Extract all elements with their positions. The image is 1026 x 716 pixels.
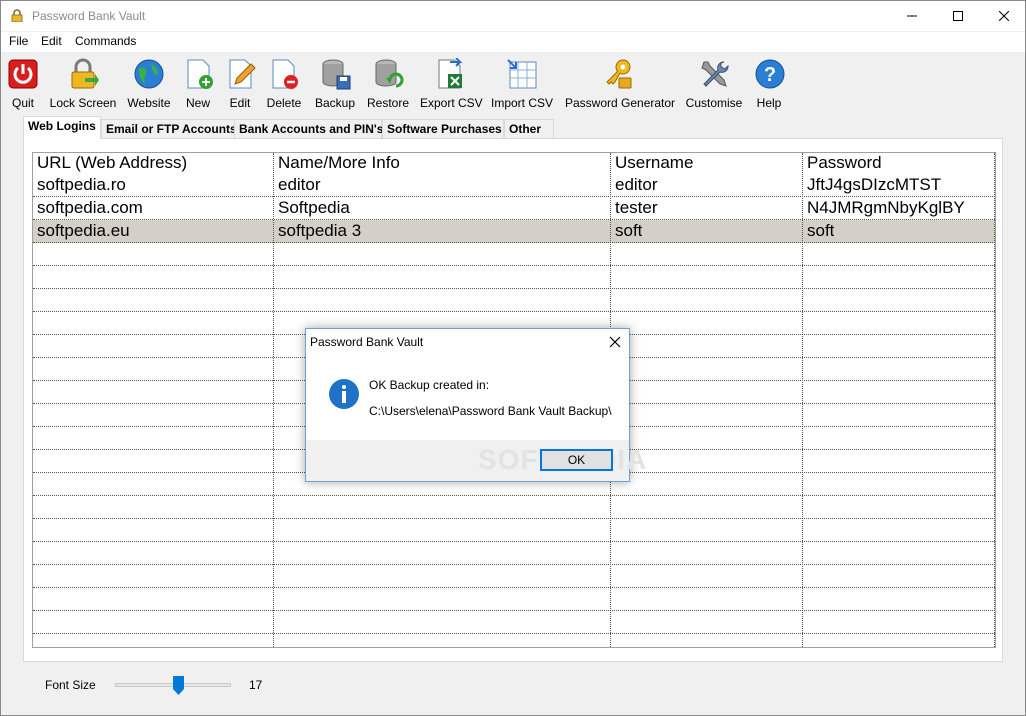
customise-button[interactable]: Customise — [685, 58, 743, 110]
password-generator-button[interactable]: Password Generator — [565, 58, 675, 110]
username-cell: editor — [615, 175, 658, 194]
table-row[interactable]: softpedia.ro editor editor JftJ4gsDIzcMT… — [33, 174, 995, 197]
tools-icon — [701, 61, 729, 87]
empty-table-row[interactable] — [33, 519, 995, 542]
empty-table-row[interactable] — [33, 588, 995, 611]
dialog-message: OK Backup created in: — [369, 378, 490, 392]
dialog-close-icon[interactable] — [606, 334, 624, 350]
padlock-icon — [71, 58, 99, 89]
empty-table-row[interactable] — [33, 289, 995, 312]
empty-table-row[interactable] — [33, 611, 995, 634]
menu-file[interactable]: File — [9, 34, 28, 48]
empty-table-row[interactable] — [33, 496, 995, 519]
font-size-label: Font Size — [45, 678, 96, 692]
empty-table-row[interactable] — [33, 243, 995, 266]
menu-bar: File Edit Commands — [1, 32, 1025, 52]
lock-screen-button[interactable]: Lock Screen — [49, 58, 117, 110]
column-header-username[interactable]: Username — [611, 153, 693, 173]
lock-app-icon — [11, 9, 23, 22]
main-window: Password Bank Vault File Edit Commands Q… — [0, 0, 1026, 716]
toolbar: Quit Lock Screen Website New Edit Delete… — [1, 54, 1025, 110]
url-cell: softpedia.ro — [37, 175, 126, 194]
slider-thumb[interactable] — [173, 676, 184, 695]
new-document-icon — [187, 59, 213, 89]
quit-button[interactable]: Quit — [7, 58, 39, 110]
export-spreadsheet-icon — [438, 58, 463, 89]
restore-button[interactable]: Restore — [367, 58, 409, 110]
column-header-password[interactable]: Password — [803, 153, 882, 173]
export-csv-button[interactable]: Export CSV — [420, 58, 483, 110]
delete-document-icon — [272, 59, 298, 89]
empty-table-row[interactable] — [33, 266, 995, 289]
table-row[interactable]: softpedia.com Softpedia tester N4JMRgmNb… — [33, 197, 995, 220]
column-divider — [994, 153, 995, 647]
ok-button[interactable]: OK — [540, 449, 613, 471]
column-header-name[interactable]: Name/More Info — [274, 153, 400, 173]
username-cell: tester — [615, 198, 658, 217]
close-icon — [999, 11, 1009, 21]
font-size-value: 17 — [249, 678, 263, 692]
name-cell: editor — [278, 175, 321, 194]
edit-button[interactable]: Edit — [225, 58, 256, 110]
tab-strip: Web Logins Email or FTP Accounts Bank Ac… — [23, 116, 1003, 139]
delete-button[interactable]: Delete — [266, 58, 302, 110]
name-cell: softpedia 3 — [278, 221, 362, 240]
column-header-url[interactable]: URL (Web Address) — [33, 153, 187, 173]
power-icon — [8, 59, 38, 89]
close-button[interactable] — [981, 1, 1026, 31]
maximize-button[interactable] — [935, 1, 981, 31]
maximize-icon — [953, 11, 963, 21]
name-cell: Softpedia — [278, 198, 350, 217]
tab-email-ftp-accounts[interactable]: Email or FTP Accounts — [101, 119, 237, 138]
database-restore-icon — [375, 59, 404, 88]
empty-table-row[interactable] — [33, 634, 995, 647]
minimize-button[interactable] — [889, 1, 935, 31]
password-cell: soft — [807, 221, 835, 240]
minimize-icon — [907, 15, 917, 17]
url-cell: softpedia.com — [37, 198, 143, 217]
svg-text:?: ? — [764, 64, 776, 86]
database-save-icon — [322, 59, 351, 90]
backup-button[interactable]: Backup — [314, 58, 356, 110]
empty-table-row[interactable] — [33, 542, 995, 565]
import-spreadsheet-icon — [507, 59, 537, 89]
column-divider — [802, 153, 803, 647]
edit-document-icon — [229, 59, 256, 89]
table-row-selected[interactable]: softpedia.eu softpedia 3 soft soft — [33, 220, 995, 243]
info-icon — [329, 379, 359, 409]
dialog-footer: SOFTPEDIA OK — [306, 440, 646, 481]
username-cell: soft — [615, 221, 643, 240]
website-button[interactable]: Website — [126, 58, 172, 110]
column-divider — [273, 153, 274, 647]
empty-table-row[interactable] — [33, 565, 995, 588]
password-cell: JftJ4gsDIzcMTST — [807, 175, 942, 194]
new-button[interactable]: New — [183, 58, 213, 110]
menu-commands[interactable]: Commands — [75, 34, 136, 48]
tab-web-logins[interactable]: Web Logins — [23, 116, 101, 139]
dialog-title: Password Bank Vault — [310, 335, 424, 349]
font-size-slider[interactable] — [115, 676, 233, 696]
help-icon: ? — [755, 59, 785, 89]
help-button[interactable]: ? Help — [754, 58, 785, 110]
tab-bank-accounts[interactable]: Bank Accounts and PIN's — [234, 119, 383, 138]
window-title: Password Bank Vault — [32, 9, 146, 23]
backup-dialog: Password Bank Vault OK Backup created in… — [305, 328, 646, 482]
title-bar: Password Bank Vault — [1, 1, 1025, 31]
globe-icon — [134, 59, 164, 89]
menu-edit[interactable]: Edit — [41, 34, 62, 48]
key-lock-icon — [606, 59, 632, 89]
import-csv-button[interactable]: Import CSV — [491, 58, 553, 110]
dialog-path: C:\Users\elena\Password Bank Vault Backu… — [369, 404, 612, 418]
tab-software-purchases[interactable]: Software Purchases — [382, 119, 504, 138]
url-cell: softpedia.eu — [37, 221, 130, 240]
tab-other[interactable]: Other — [504, 119, 554, 138]
password-cell: N4JMRgmNbyKglBY — [807, 198, 965, 217]
